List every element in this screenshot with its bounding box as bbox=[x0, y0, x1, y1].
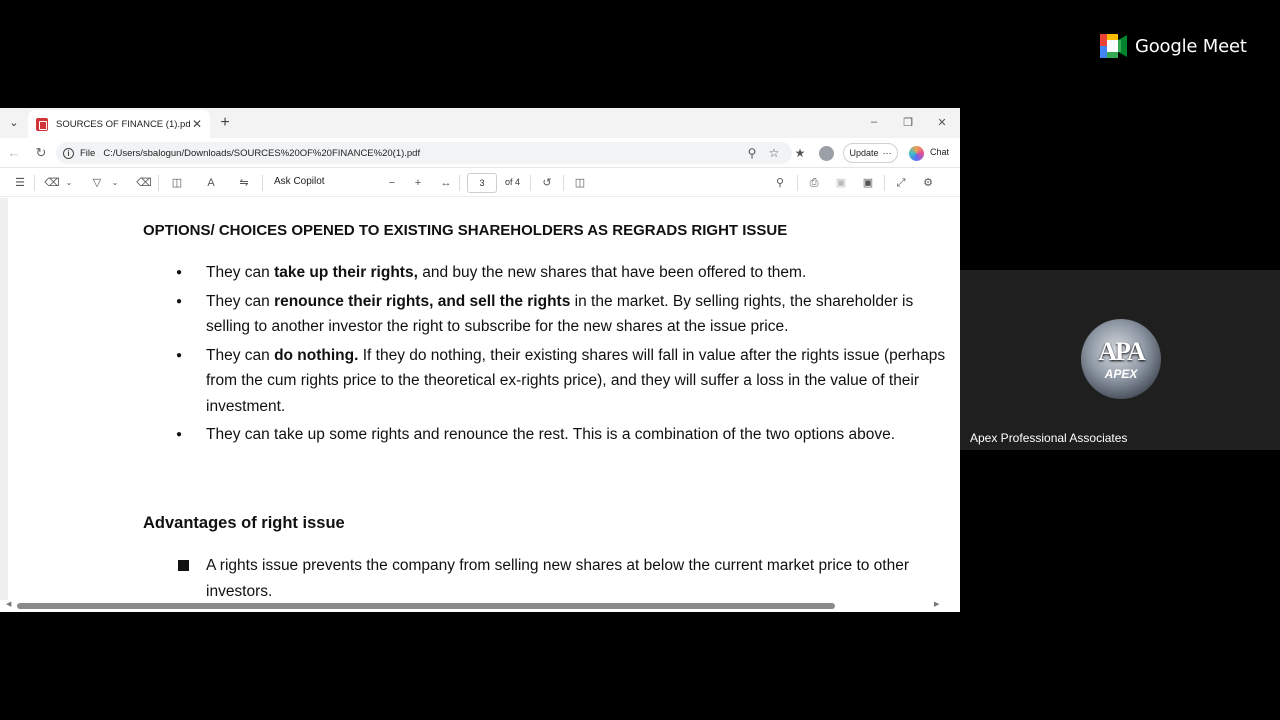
tab-bar: ⌄ SOURCES OF FINANCE (1).pdf ✕ + – ❐ ✕ bbox=[0, 108, 960, 138]
highlight-icon[interactable]: ⌫ bbox=[44, 175, 60, 191]
scroll-right-arrow-icon[interactable]: ▶ bbox=[934, 600, 939, 608]
list-item: They can renounce their rights, and sell… bbox=[176, 289, 946, 340]
minimize-icon[interactable]: – bbox=[866, 116, 882, 128]
update-button[interactable]: Update ⋯ bbox=[843, 143, 898, 163]
profile-avatar-icon[interactable] bbox=[819, 146, 834, 161]
pdf-document-viewport[interactable]: OPTIONS/ CHOICES OPENED TO EXISTING SHAR… bbox=[0, 198, 946, 600]
highlight-options-chevron-icon[interactable]: ⌄ bbox=[64, 175, 74, 191]
save-as-icon[interactable]: ▣ bbox=[860, 175, 876, 191]
avatar-logo-text: APA bbox=[1098, 337, 1146, 366]
back-arrow-icon[interactable]: ← bbox=[6, 145, 22, 161]
tab-title: SOURCES OF FINANCE (1).pdf bbox=[56, 118, 190, 130]
toolbar-divider bbox=[563, 175, 564, 191]
toolbar-divider bbox=[158, 175, 159, 191]
scroll-left-arrow-icon[interactable]: ◀ bbox=[6, 600, 11, 608]
fullscreen-icon[interactable]: ⤢ bbox=[893, 175, 909, 191]
avatar-logo-subtext: APEX bbox=[1104, 367, 1138, 381]
section-heading-options: OPTIONS/ CHOICES OPENED TO EXISTING SHAR… bbox=[143, 222, 788, 239]
url-scheme: File bbox=[80, 147, 96, 159]
copilot-icon[interactable] bbox=[909, 146, 924, 161]
toolbar-divider bbox=[797, 175, 798, 191]
settings-gear-icon[interactable]: ⚙ bbox=[920, 175, 936, 191]
list-item: A rights issue prevents the company from… bbox=[176, 553, 946, 600]
contents-list-icon[interactable]: ☰ bbox=[12, 175, 28, 191]
google-meet-logo-icon bbox=[1100, 34, 1127, 58]
browser-window: ⌄ SOURCES OF FINANCE (1).pdf ✕ + – ❐ ✕ ←… bbox=[0, 108, 960, 612]
new-tab-plus-icon[interactable]: + bbox=[216, 114, 234, 132]
chat-label[interactable]: Chat bbox=[930, 147, 949, 157]
favorite-star-icon[interactable]: ☆ bbox=[766, 145, 782, 161]
read-aloud-icon[interactable]: A bbox=[203, 175, 219, 191]
draw-options-chevron-icon[interactable]: ⌄ bbox=[110, 175, 120, 191]
toolbar-divider bbox=[34, 175, 35, 191]
restore-icon[interactable]: ❐ bbox=[900, 116, 916, 129]
page-number-input[interactable]: 3 bbox=[467, 173, 497, 193]
toolbar-divider bbox=[262, 175, 263, 191]
list-item: They can take up some rights and renounc… bbox=[176, 422, 946, 448]
ask-copilot-button[interactable]: Ask Copilot bbox=[274, 176, 325, 187]
search-icon[interactable]: ⚲ bbox=[772, 175, 788, 191]
address-bar: ← ↻ i File C:/Users/sbalogun/Downloads/S… bbox=[0, 138, 960, 168]
save-icon[interactable]: ▣ bbox=[833, 175, 849, 191]
more-dots-icon: ⋯ bbox=[882, 147, 892, 158]
site-info-icon[interactable]: i bbox=[63, 147, 74, 159]
translate-icon[interactable]: ⇋ bbox=[236, 175, 252, 191]
google-meet-brand: Google Meet bbox=[1100, 34, 1247, 58]
list-item: They can do nothing. If they do nothing,… bbox=[176, 343, 946, 420]
zoom-out-icon[interactable]: − bbox=[384, 175, 400, 191]
page-view-icon[interactable]: ◫ bbox=[169, 175, 185, 191]
options-list: They can take up their rights, and buy t… bbox=[176, 260, 946, 451]
refresh-icon[interactable]: ↻ bbox=[33, 145, 49, 161]
draw-icon[interactable]: ▽ bbox=[89, 175, 105, 191]
toolbar-divider bbox=[459, 175, 460, 191]
avatar: APA APEX bbox=[1081, 319, 1161, 399]
pdf-file-icon bbox=[36, 117, 48, 131]
section-heading-advantages: Advantages of right issue bbox=[143, 514, 345, 532]
eraser-icon[interactable]: ⌫ bbox=[136, 175, 152, 191]
url-field[interactable]: i File C:/Users/sbalogun/Downloads/SOURC… bbox=[56, 142, 792, 164]
two-page-view-icon[interactable]: ◫ bbox=[572, 175, 588, 191]
rotate-icon[interactable]: ↺ bbox=[539, 175, 555, 191]
toolbar-divider bbox=[884, 175, 885, 191]
fit-width-icon[interactable]: ↔ bbox=[438, 175, 454, 191]
tab-close-icon[interactable]: ✕ bbox=[190, 117, 204, 131]
page-total: of 4 bbox=[505, 177, 521, 187]
tab-list-chevron-icon[interactable]: ⌄ bbox=[6, 116, 22, 132]
favorites-icon[interactable]: ★ bbox=[792, 145, 808, 161]
participant-tile[interactable]: APA APEX Apex Professional Associates bbox=[960, 270, 1280, 450]
zoom-in-icon[interactable]: + bbox=[410, 175, 426, 191]
url-text[interactable]: C:/Users/sbalogun/Downloads/SOURCES%20OF… bbox=[103, 148, 420, 159]
pdf-toolbar: ☰ ⌫ ⌄ ▽ ⌄ ⌫ ◫ A ⇋ Ask Copilot − + ↔ 3 of… bbox=[0, 169, 960, 197]
window-close-icon[interactable]: ✕ bbox=[934, 116, 950, 129]
list-item: They can take up their rights, and buy t… bbox=[176, 260, 946, 286]
horizontal-scrollbar-thumb[interactable] bbox=[17, 603, 835, 609]
zoom-icon[interactable]: ⚲ bbox=[744, 145, 760, 161]
toolbar-divider bbox=[530, 175, 531, 191]
update-label: Update bbox=[849, 148, 879, 158]
google-meet-title: Google Meet bbox=[1135, 35, 1247, 57]
tab-active[interactable]: SOURCES OF FINANCE (1).pdf ✕ bbox=[28, 110, 210, 138]
participant-name: Apex Professional Associates bbox=[970, 431, 1128, 445]
pdf-page: OPTIONS/ CHOICES OPENED TO EXISTING SHAR… bbox=[18, 198, 946, 600]
print-icon[interactable]: ⎙ bbox=[806, 175, 822, 191]
horizontal-scrollbar[interactable]: ◀ ▶ bbox=[0, 600, 960, 612]
